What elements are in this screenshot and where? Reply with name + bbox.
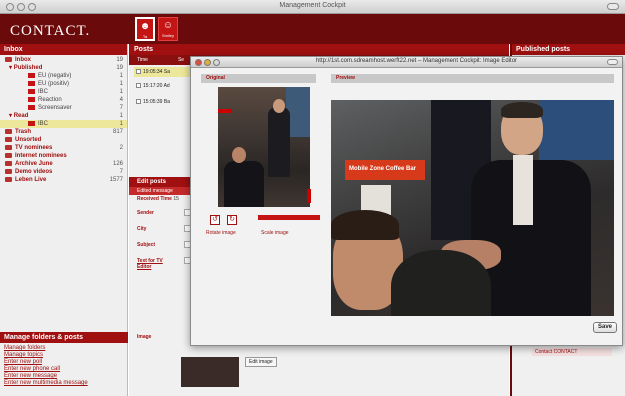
sidebar-item-eu-negativ[interactable]: EU (negativ) 1 xyxy=(0,72,127,80)
manage-panel: Manage folders & posts Manage folders Ma… xyxy=(0,332,128,387)
folder-icon xyxy=(5,145,12,150)
topic-icon xyxy=(28,89,35,94)
dialog-titlebar: http://1st.com.sdreamhost.werft22.net – … xyxy=(191,57,622,68)
post-checkbox[interactable] xyxy=(136,99,141,104)
new-multimedia-message-link[interactable]: Enter new multimedia message xyxy=(0,380,128,387)
topic-icon xyxy=(28,73,35,78)
sidebar-header: Inbox xyxy=(0,44,127,55)
ta-button[interactable]: ☻ Ta xyxy=(135,17,155,41)
folder-icon xyxy=(5,137,12,142)
sidebar-item-ibc[interactable]: IBC 1 xyxy=(0,88,127,96)
post-checkbox[interactable] xyxy=(136,69,141,74)
close-dialog-icon[interactable] xyxy=(195,59,202,66)
dialog-title: http://1st.com.sdreamhost.werft22.net – … xyxy=(315,58,518,64)
folder-icon xyxy=(5,161,12,166)
published-item[interactable]: Contact CONTACT xyxy=(532,348,612,356)
smiley-face-icon: ☺ xyxy=(162,20,174,31)
sidebar-item-demo-videos[interactable]: Demo videos 7 xyxy=(0,168,127,176)
rotate-left-icon[interactable]: ↺ xyxy=(210,215,220,225)
save-button[interactable]: Save xyxy=(593,322,617,333)
sidebar-item-internet-nominees[interactable]: Internet nominees xyxy=(0,152,127,160)
posts-header: Posts xyxy=(129,44,509,55)
minimize-dialog-icon[interactable] xyxy=(204,59,211,66)
post-row[interactable]: 15:17:20 Ad xyxy=(134,81,194,91)
app-logo: CONTACT. xyxy=(10,23,91,39)
manage-header: Manage folders & posts xyxy=(0,332,128,343)
subject-label: Subject xyxy=(137,242,156,248)
toolbar-toggle-icon[interactable] xyxy=(607,3,619,10)
rotate-image-label: Rotate image xyxy=(206,230,236,236)
sidebar-item-leben-live[interactable]: Leben Live 1577 xyxy=(0,176,127,184)
folder-icon xyxy=(5,129,12,134)
city-label: City xyxy=(137,226,147,232)
crop-handle-bottom-right[interactable] xyxy=(307,189,311,203)
folder-icon xyxy=(5,177,12,182)
image-editor-dialog: http://1st.com.sdreamhost.werft22.net – … xyxy=(190,56,623,346)
preview-banner-text: Mobile Zone Coffee Bar xyxy=(349,166,417,172)
dialog-toolbar-toggle-icon[interactable] xyxy=(607,59,618,65)
text-for-tv-editor-label: Text for TV Editor xyxy=(137,258,163,270)
sidebar-item-trash[interactable]: Trash 817 xyxy=(0,128,127,136)
folder-icon xyxy=(5,169,12,174)
sidebar-item-reaction[interactable]: Reaction 4 xyxy=(0,96,127,104)
sidebar-item-published[interactable]: ▾ Published 19 xyxy=(0,64,127,72)
topic-icon xyxy=(28,97,35,102)
manage-topics-link[interactable]: Manage topics xyxy=(0,352,128,359)
sidebar-item-screensaver[interactable]: Screensaver 7 xyxy=(0,104,127,112)
new-phone-call-link[interactable]: Enter new phone call xyxy=(0,366,128,373)
folder-icon xyxy=(5,153,12,158)
window-title: Management Cockpit xyxy=(279,2,346,9)
original-image[interactable] xyxy=(218,87,310,207)
preview-image: Mobile Zone Coffee Bar xyxy=(331,100,614,316)
scale-slider[interactable] xyxy=(258,215,320,220)
topic-icon xyxy=(28,121,35,126)
zoom-dialog-icon[interactable] xyxy=(213,59,220,66)
scale-image-label: Scale image xyxy=(261,230,289,236)
published-header: Published posts xyxy=(512,44,625,55)
new-message-link[interactable]: Enter new message xyxy=(0,373,128,380)
topic-icon xyxy=(28,105,35,110)
manage-folders-link[interactable]: Manage folders xyxy=(0,345,128,352)
sidebar: Inbox Inbox 19 ▾ Published 19 EU (negativ)… xyxy=(0,44,128,396)
sidebar-item-read[interactable]: ▾ Read 1 xyxy=(0,112,127,120)
sidebar-item-inbox[interactable]: Inbox 19 xyxy=(0,56,127,64)
post-row[interactable]: 19:05:34 Sa xyxy=(134,67,194,77)
sidebar-item-read-ibc[interactable]: IBC 1 xyxy=(0,120,127,128)
sidebar-item-eu-positiv[interactable]: EU (positiv) 1 xyxy=(0,80,127,88)
image-label: Image xyxy=(137,334,152,340)
original-section-header: Original xyxy=(201,74,316,83)
smiley-button[interactable]: ☺ Smiley xyxy=(158,17,178,41)
smiley-icon: ☻ xyxy=(139,21,151,32)
sidebar-item-archive-june[interactable]: Archive June 126 xyxy=(0,160,127,168)
image-thumbnail xyxy=(181,357,239,387)
topic-icon xyxy=(28,81,35,86)
post-row[interactable]: 15:05:39 Ba xyxy=(134,97,194,107)
sidebar-item-tv-nominees[interactable]: TV nominees 2 xyxy=(0,144,127,152)
received-time-label: Received Time 15 xyxy=(137,196,179,202)
rotate-right-icon[interactable]: ↻ xyxy=(227,215,237,225)
folder-icon xyxy=(5,57,12,62)
preview-section-header: Preview xyxy=(331,74,614,83)
app-header: CONTACT. ☻ Ta ☺ Smiley xyxy=(0,14,625,44)
sender-label: Sender xyxy=(137,210,154,216)
new-poll-link[interactable]: Enter new poll xyxy=(0,359,128,366)
edit-image-button[interactable]: Edit image xyxy=(245,357,277,367)
post-checkbox[interactable] xyxy=(136,83,141,88)
crop-handle-top-left[interactable] xyxy=(218,109,232,113)
window-titlebar: Management Cockpit xyxy=(0,0,625,14)
sidebar-item-unsorted[interactable]: Unsorted xyxy=(0,136,127,144)
